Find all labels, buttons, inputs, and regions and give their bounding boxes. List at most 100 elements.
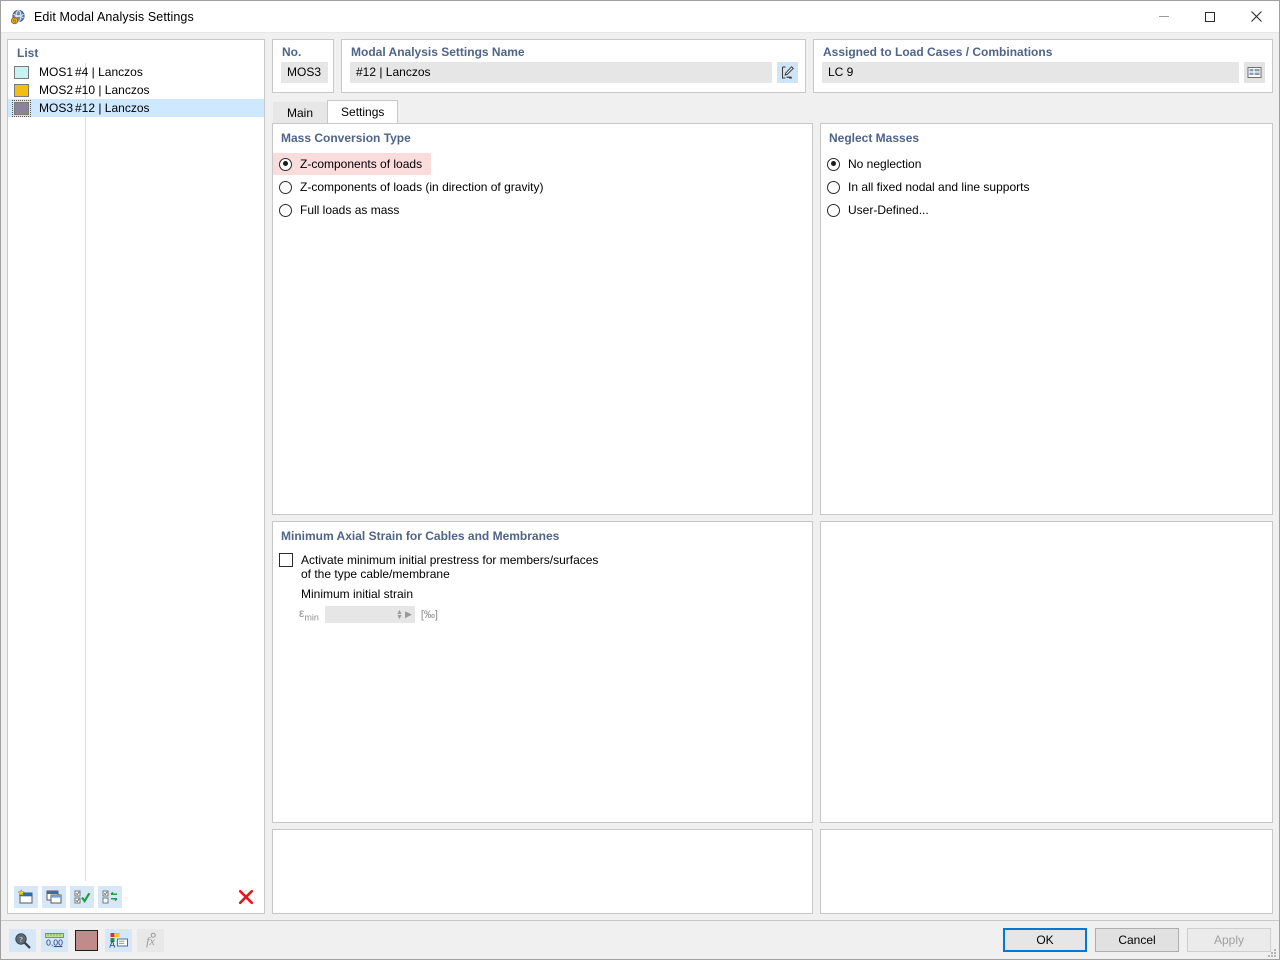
tab-main[interactable]: Main (273, 102, 328, 123)
color-swatch-icon[interactable] (73, 929, 100, 952)
svg-text:0,00: 0,00 (46, 937, 63, 947)
settings-content: Mass Conversion Type Z-components of loa… (272, 123, 1273, 914)
assigned-field-row (814, 59, 1272, 83)
color-swatch (14, 101, 29, 115)
list-column-divider (85, 63, 86, 881)
number-label: No. (282, 45, 302, 59)
neglect-masses-pane: Neglect Masses No neglection In all fixe… (820, 123, 1273, 515)
list-item-description: #4 | Lanczos (75, 65, 143, 79)
name-label: Modal Analysis Settings Name (351, 45, 525, 59)
svg-text:6: 6 (13, 18, 16, 24)
dialog-footer: ? 0,00 A fx OK Cancel Apply (1, 920, 1279, 959)
assigned-label: Assigned to Load Cases / Combinations (823, 45, 1053, 59)
list-item-id: MOS1 (39, 65, 74, 79)
checkbox-indicator (279, 553, 293, 567)
content-row-bottom (272, 829, 1273, 914)
svg-text:fx: fx (146, 934, 155, 948)
list-panel: List MOS1 #4 | Lanczos MOS2 #10 | Lanczo… (7, 39, 265, 914)
list-item-id: MOS2 (39, 83, 74, 97)
spinner-arrows-icon[interactable]: ▲ ▼ (396, 609, 403, 621)
title-bar: 6 Edit Modal Analysis Settings (1, 1, 1279, 33)
radio-no-neglection[interactable]: No neglection (821, 153, 1272, 175)
content-row-top: Mass Conversion Type Z-components of loa… (272, 123, 1273, 515)
pencil-edit-icon[interactable] (777, 62, 798, 83)
radio-z-components-gravity[interactable]: Z-components of loads (in direction of g… (273, 176, 812, 198)
strain-symbol-label: εmin (299, 606, 319, 623)
spinner-next-icon[interactable]: ▶ (405, 609, 412, 620)
radio-full-loads-as-mass[interactable]: Full loads as mass (273, 199, 812, 221)
svg-text:A: A (109, 939, 115, 948)
color-swatch-wrapper (14, 83, 29, 97)
maximize-button[interactable] (1187, 1, 1233, 32)
list-item-id: MOS3 (39, 101, 74, 115)
name-input[interactable] (350, 62, 772, 83)
list-toolbar (8, 881, 264, 913)
table-list-icon[interactable] (1244, 62, 1265, 83)
number-box: No. (272, 39, 334, 93)
list-item-description: #10 | Lanczos (75, 83, 150, 97)
list-item[interactable]: MOS1 #4 | Lanczos (8, 63, 264, 81)
color-block (75, 929, 98, 951)
radio-indicator (827, 157, 840, 171)
dialog-action-buttons: OK Cancel Apply (1003, 928, 1271, 952)
empty-pane-left-bottom (272, 829, 813, 914)
assigned-input[interactable] (822, 62, 1239, 83)
empty-pane-right-bottom (820, 829, 1273, 914)
radio-indicator (279, 203, 292, 217)
radio-label: Z-components of loads (300, 157, 423, 171)
checkbox-label: Activate minimum initial prestress for m… (301, 553, 598, 581)
radio-label: In all fixed nodal and line supports (848, 180, 1030, 194)
duplicate-item-button[interactable] (42, 886, 66, 908)
min-axial-strain-pane: Minimum Axial Strain for Cables and Memb… (272, 521, 813, 823)
fx-formula-icon: fx (137, 928, 164, 952)
cancel-button[interactable]: Cancel (1095, 928, 1179, 952)
radio-z-components[interactable]: Z-components of loads (273, 153, 431, 175)
ok-button[interactable]: OK (1003, 928, 1087, 952)
close-button[interactable] (1233, 1, 1279, 32)
invert-selection-button[interactable] (98, 886, 122, 908)
strain-input[interactable]: ▲ ▼ ▶ (324, 606, 415, 623)
mass-conversion-title: Mass Conversion Type (281, 131, 411, 145)
modal-analysis-icon: 6 (10, 9, 26, 25)
select-all-button[interactable] (70, 886, 94, 908)
resize-grip-icon[interactable] (1266, 947, 1276, 957)
render-properties-icon[interactable]: A (105, 928, 132, 952)
tab-bar: Main Settings (272, 100, 1273, 123)
dialog-window: 6 Edit Modal Analysis Settings List MOS1… (0, 0, 1280, 960)
new-item-button[interactable] (14, 886, 38, 908)
footer-toolbar: ? 0,00 A fx (9, 928, 164, 952)
color-swatch-wrapper (14, 65, 29, 79)
radio-fixed-supports[interactable]: In all fixed nodal and line supports (821, 176, 1272, 198)
name-field-row (342, 59, 805, 83)
neglect-masses-title: Neglect Masses (829, 131, 920, 145)
tab-settings[interactable]: Settings (327, 100, 399, 123)
name-box: Modal Analysis Settings Name (341, 39, 806, 93)
checkbox-label-line1: Activate minimum initial prestress for m… (301, 553, 599, 567)
mass-conversion-pane: Mass Conversion Type Z-components of loa… (272, 123, 813, 515)
list-item[interactable]: MOS2 #10 | Lanczos (8, 81, 264, 99)
color-swatch (14, 83, 29, 97)
radio-label: Z-components of loads (in direction of g… (300, 180, 544, 194)
number-000-icon[interactable]: 0,00 (41, 928, 68, 952)
activate-prestress-checkbox-row[interactable]: Activate minimum initial prestress for m… (273, 543, 812, 581)
strain-unit-label: [‰] (420, 608, 438, 621)
list-container[interactable]: MOS1 #4 | Lanczos MOS2 #10 | Lanczos MOS… (8, 63, 264, 881)
magnifier-icon[interactable]: ? (9, 928, 36, 952)
content-panel: No. Modal Analysis Settings Name (265, 39, 1273, 914)
list-item-description: #12 | Lanczos (75, 101, 150, 115)
window-controls (1141, 1, 1279, 32)
number-input[interactable] (281, 62, 328, 83)
window-title: Edit Modal Analysis Settings (34, 9, 194, 24)
assigned-load-cases-box: Assigned to Load Cases / Combinations (813, 39, 1273, 93)
minimize-button[interactable] (1141, 1, 1187, 32)
delete-item-button[interactable] (234, 886, 258, 908)
apply-button: Apply (1187, 928, 1271, 952)
header-boxes: No. Modal Analysis Settings Name (272, 39, 1273, 93)
radio-indicator (279, 157, 292, 171)
radio-user-defined[interactable]: User-Defined... (821, 199, 1272, 221)
radio-indicator (827, 180, 840, 194)
list-item-selected[interactable]: MOS3 #12 | Lanczos (8, 99, 264, 117)
radio-label: User-Defined... (848, 203, 929, 217)
list-header: List (17, 46, 39, 60)
color-swatch-wrapper (12, 99, 31, 117)
